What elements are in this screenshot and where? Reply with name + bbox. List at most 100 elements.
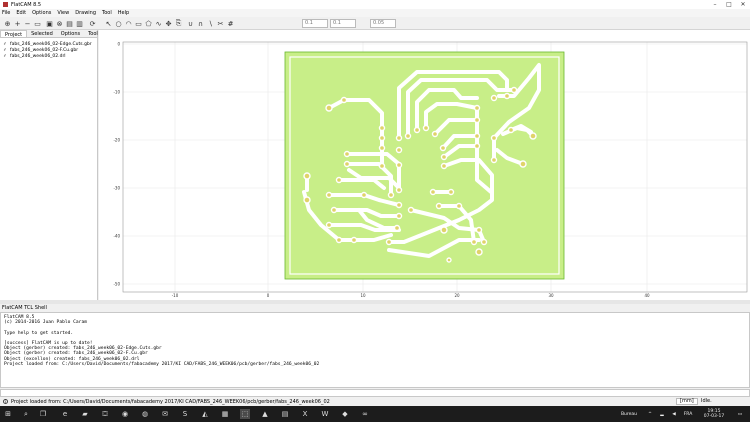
language-label[interactable]: FRA (682, 406, 694, 422)
menu-tool[interactable]: Tool (102, 10, 112, 16)
vlc-icon[interactable]: ▲ (260, 409, 270, 419)
pcb-pad (431, 130, 439, 138)
pcb-pad (343, 150, 351, 158)
menu-edit[interactable]: Edit (16, 10, 26, 16)
grid-y-field[interactable]: 0.1 (330, 19, 356, 28)
minimize-icon[interactable]: – (708, 0, 722, 9)
menu-bar: File Edit Options View Drawing Tool Help (0, 9, 750, 17)
replot-icon[interactable]: ▭ (33, 19, 42, 28)
pcb-pad (387, 191, 395, 199)
snap-grid-icon[interactable]: # (226, 19, 235, 28)
select-icon[interactable]: ↖ (104, 19, 113, 28)
pcb-pad (303, 196, 311, 204)
tab-selected[interactable]: Selected (27, 30, 57, 37)
chevron-up-icon[interactable]: ^ (646, 406, 654, 422)
inkscape-icon[interactable]: ◭ (200, 409, 210, 419)
pcb-pad (395, 161, 403, 169)
project-item[interactable]: ⸙ fabs_246_week06_02-Edge.Cuts.gbr (0, 41, 97, 47)
path-icon[interactable]: ∿ (154, 19, 163, 28)
close-icon[interactable]: ✕ (736, 0, 750, 9)
kicad-icon[interactable]: ◆ (340, 409, 350, 419)
volume-icon[interactable]: ◀ (670, 406, 678, 422)
zoom-out-icon[interactable]: − (23, 19, 32, 28)
excel-icon[interactable]: X (300, 409, 310, 419)
new-geometry-icon[interactable]: ▤ (65, 19, 74, 28)
pcb-pad (325, 191, 333, 199)
clear-plot-icon[interactable]: ▣ (45, 19, 54, 28)
firefox-icon[interactable]: ◍ (140, 409, 150, 419)
pcb-pad (303, 172, 311, 180)
subtract-icon[interactable]: ∖ (206, 19, 215, 28)
menu-help[interactable]: Help (118, 10, 129, 16)
y-tick-label: -50 (113, 282, 120, 287)
clock[interactable]: 19:15 07-03-17 (700, 406, 728, 422)
state-label: Idle. (701, 398, 712, 404)
file-explorer-icon[interactable]: ▰ (80, 409, 90, 419)
windows-start-icon[interactable]: ⊞ (3, 409, 13, 419)
menu-drawing[interactable]: Drawing (75, 10, 96, 16)
intersection-icon[interactable]: ∩ (196, 19, 205, 28)
menu-file[interactable]: File (2, 10, 10, 16)
chrome-icon[interactable]: ◉ (120, 409, 130, 419)
shell-output: FlatCAM 8.5 (c) 2014-2016 Juan Pablo Cara… (0, 312, 750, 388)
x-tick-label: 40 (644, 293, 650, 298)
grid-x-field[interactable]: 0.1 (302, 19, 328, 28)
project-panel: Project Selected Options Tool ⸙ fabs_246… (0, 30, 98, 300)
pcb-pad (335, 236, 343, 244)
plot-svg[interactable]: -10 0 10 20 30 40 0 -10 -20 -30 -40 -50 (99, 30, 750, 300)
shell-command-input[interactable] (0, 389, 750, 397)
drill-file-icon: ⸙ (3, 52, 7, 59)
maximize-icon[interactable]: □ (722, 0, 736, 9)
outlook-icon[interactable]: ✉ (160, 409, 170, 419)
arduino-icon[interactable]: ∞ (360, 409, 370, 419)
store-icon[interactable]: ⛋ (100, 409, 110, 419)
pcb-pad (343, 160, 351, 168)
cut-icon[interactable]: ✂ (216, 19, 225, 28)
edit-geometry-icon[interactable]: ▥ (75, 19, 84, 28)
pcb-pad (507, 126, 515, 134)
menu-view[interactable]: View (57, 10, 69, 16)
y-tick-label: -20 (113, 138, 120, 143)
copy-icon[interactable]: ⎘ (174, 19, 183, 28)
gerber-file-icon: ⸙ (3, 40, 7, 47)
menu-options[interactable]: Options (32, 10, 51, 16)
arc-icon[interactable]: ◠ (124, 19, 133, 28)
flatcam-task-icon[interactable]: ⬚ (240, 409, 250, 419)
zoom-fit-icon[interactable]: ⊕ (3, 19, 12, 28)
word-icon[interactable]: W (320, 409, 330, 419)
plot-canvas[interactable]: -10 0 10 20 30 40 0 -10 -20 -30 -40 -50 (99, 30, 750, 300)
rectangle-icon[interactable]: ▭ (134, 19, 143, 28)
project-item-label: fabs_246_week06_02-F.Cu.gbr (10, 47, 79, 53)
search-icon[interactable]: ⌕ (21, 409, 31, 419)
x-tick-label: 20 (454, 293, 460, 298)
pcb-pad (385, 238, 393, 246)
task-view-icon[interactable]: ❐ (38, 409, 48, 419)
x-tick-label: 0 (267, 293, 270, 298)
edge-browser-icon[interactable]: e (60, 409, 70, 419)
tab-options[interactable]: Options (57, 30, 84, 37)
move-icon[interactable]: ✥ (164, 19, 173, 28)
polygon-icon[interactable]: ⬠ (144, 19, 153, 28)
pcb-pad (413, 126, 421, 134)
pcb-pad (325, 104, 333, 112)
zoom-in-icon[interactable]: + (13, 19, 22, 28)
pcb-pad (473, 104, 481, 112)
union-icon[interactable]: ∪ (186, 19, 195, 28)
pcb-pad (529, 132, 537, 140)
notification-icon[interactable]: ▭ (734, 406, 746, 422)
circle-icon[interactable]: ○ (114, 19, 123, 28)
skype-icon[interactable]: S (180, 409, 190, 419)
y-tick-label: -40 (113, 234, 120, 239)
pcb-pad (395, 146, 403, 154)
snap-max-field[interactable]: 0.05 (370, 19, 396, 28)
weather-label[interactable]: Bureau (618, 406, 640, 422)
shell-title: FlatCAM TCL Shell (0, 304, 750, 312)
delete-icon[interactable]: ⊗ (55, 19, 64, 28)
update-geometry-icon[interactable]: ⟳ (88, 19, 97, 28)
tab-project[interactable]: Project (0, 30, 28, 38)
project-item[interactable]: ⸙ fabs_246_week06_02.drl (0, 53, 97, 59)
pcb-pad (503, 92, 511, 100)
calculator-icon[interactable]: ▤ (280, 409, 290, 419)
network-icon[interactable]: ▂ (658, 406, 666, 422)
photoshop-icon[interactable]: ▦ (220, 409, 230, 419)
